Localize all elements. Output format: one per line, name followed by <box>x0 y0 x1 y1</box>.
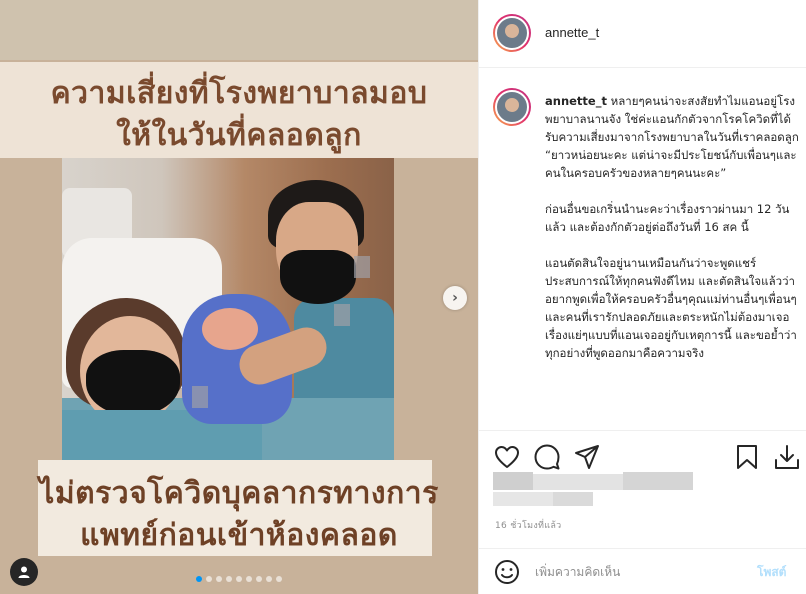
hospital-photo <box>62 158 394 460</box>
post-sidebar: annette_t annette_t หลายๆคนน่าจะสงสัยทำไ… <box>478 0 806 594</box>
post-comment-button[interactable]: โพสต์ <box>757 563 786 582</box>
comment-icon[interactable] <box>533 443 561 471</box>
emoji-icon[interactable] <box>493 558 521 586</box>
headline-top-line1: ความเสี่ยงที่โรงพยาบาลมอบ <box>50 76 428 111</box>
headline-bottom-line2: แพทย์ก่อนเข้าห้องคลอด <box>80 518 398 553</box>
caption-username[interactable]: annette_t <box>545 94 607 108</box>
share-icon[interactable] <box>573 443 601 471</box>
headline-bottom-line1: ไม่ตรวจโควิดบุคลากรทางการ <box>39 476 439 511</box>
carousel-dot <box>196 576 202 582</box>
chevron-right-icon: › <box>452 290 458 306</box>
carousel-dot <box>216 576 222 582</box>
carousel-dot <box>266 576 272 582</box>
post-media[interactable]: ความเสี่ยงที่โรงพยาบาลมอบ ให้ในวันที่คลอ… <box>0 0 478 594</box>
download-icon[interactable] <box>773 443 801 471</box>
carousel-dot <box>256 576 262 582</box>
carousel-dot <box>206 576 212 582</box>
likes-summary-blurred <box>493 472 693 510</box>
carousel-dot <box>226 576 232 582</box>
headline-top-line2: ให้ในวันที่คลอดลูก <box>116 118 362 153</box>
user-tag-icon[interactable] <box>10 558 38 586</box>
comment-input[interactable] <box>535 562 745 582</box>
comments-section[interactable]: annette_t หลายๆคนน่าจะสงสัยทำไมแอนอยู่โร… <box>479 68 806 428</box>
caption-text: หลายๆคนน่าจะสงสัยทำไมแอนอยู่โรงพยาบาลนาน… <box>545 94 799 360</box>
carousel-dot <box>276 576 282 582</box>
add-comment-bar: โพสต์ <box>479 548 806 594</box>
heart-icon[interactable] <box>493 443 521 471</box>
media-background <box>0 0 478 60</box>
header-username[interactable]: annette_t <box>545 25 599 40</box>
avatar[interactable] <box>493 14 531 52</box>
carousel-dot <box>246 576 252 582</box>
person-icon <box>18 566 30 578</box>
post-header: annette_t <box>479 0 806 68</box>
post-timestamp: 16 ชั่วโมงที่แล้ว <box>495 521 562 531</box>
bookmark-icon[interactable] <box>733 443 761 471</box>
carousel-indicator <box>196 576 282 582</box>
caption-avatar[interactable] <box>493 88 531 126</box>
post-caption: annette_t หลายๆคนน่าจะสงสัยทำไมแอนอยู่โร… <box>545 92 801 362</box>
next-slide-button[interactable]: › <box>443 286 467 310</box>
carousel-dot <box>236 576 242 582</box>
